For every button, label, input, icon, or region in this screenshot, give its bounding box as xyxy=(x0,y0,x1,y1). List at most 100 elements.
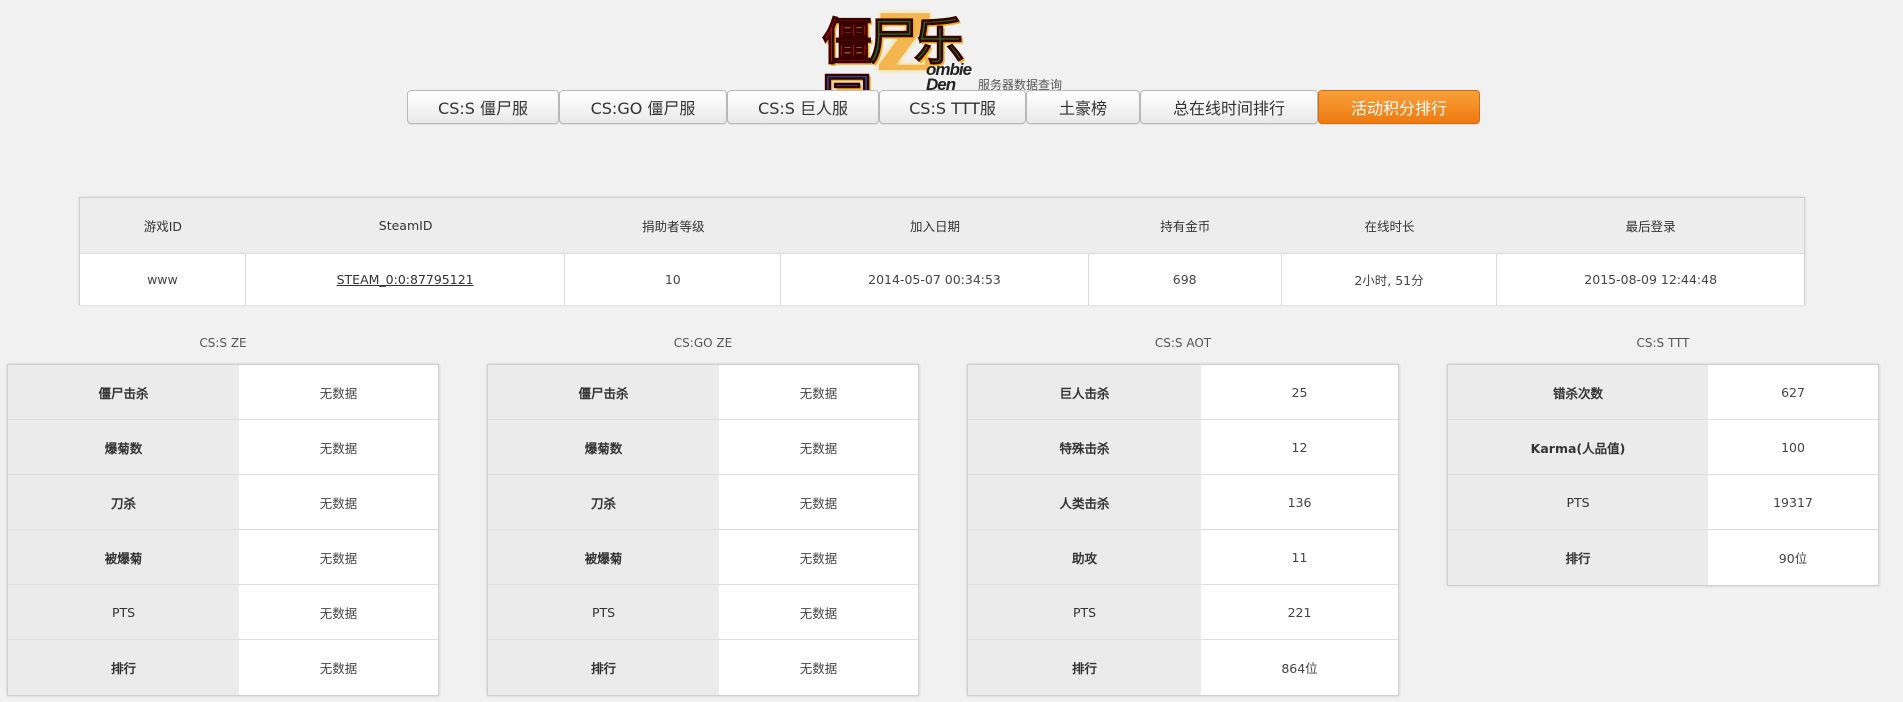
stat-key: 排行 xyxy=(488,640,719,695)
stat-key: PTS xyxy=(1448,475,1708,529)
panel-title-css-ttt: CS:S TTT xyxy=(1636,336,1690,350)
stat-row: 排行 无数据 xyxy=(488,640,918,695)
stat-value: 864位 xyxy=(1201,640,1398,695)
stat-value: 627 xyxy=(1708,365,1878,419)
stat-row: 排行 90位 xyxy=(1448,530,1878,585)
stat-row: 刀杀 无数据 xyxy=(488,475,918,530)
logo-english: ombie Den xyxy=(926,61,972,93)
stats-panel-css-aot: 巨人击杀 25 特殊击杀 12 人类击杀 136 助攻 11 PTS 221 排行 864位 xyxy=(967,364,1399,696)
nav-item-css-giant[interactable]: CS:S 巨人服 xyxy=(727,90,879,124)
stat-row: 僵尸击杀 无数据 xyxy=(488,365,918,420)
stat-row: 助攻 11 xyxy=(968,530,1398,585)
stat-value: 无数据 xyxy=(719,420,918,474)
stat-key: 巨人击杀 xyxy=(968,365,1201,419)
nav-item-csgo-zombie[interactable]: CS:GO 僵尸服 xyxy=(559,90,727,124)
stat-key: 排行 xyxy=(968,640,1201,695)
stat-key: 特殊击杀 xyxy=(968,420,1201,474)
header-game-id: 游戏ID xyxy=(143,219,183,234)
cell-donor-level: 10 xyxy=(565,254,782,305)
header-last-login: 最后登录 xyxy=(1625,219,1676,234)
stat-value: 无数据 xyxy=(719,365,918,419)
cell-game-id: www xyxy=(80,254,246,305)
stat-key: PTS xyxy=(8,585,239,639)
cell-coins: 698 xyxy=(1089,254,1282,305)
stat-row: PTS 221 xyxy=(968,585,1398,640)
stat-key: 排行 xyxy=(8,640,239,695)
stat-value: 19317 xyxy=(1708,475,1878,529)
stat-value: 无数据 xyxy=(239,530,438,584)
stat-value: 无数据 xyxy=(239,420,438,474)
stat-value: 25 xyxy=(1201,365,1398,419)
stat-key: 错杀次数 xyxy=(1448,365,1708,419)
cell-join-date: 2014-05-07 00:34:53 xyxy=(781,254,1089,305)
stat-value: 100 xyxy=(1708,420,1878,474)
stat-row: 被爆菊 无数据 xyxy=(488,530,918,585)
stat-value: 无数据 xyxy=(719,530,918,584)
nav-item-css-zombie[interactable]: CS:S 僵尸服 xyxy=(407,90,559,124)
stat-key: 被爆菊 xyxy=(488,530,719,584)
player-info-table: 游戏ID SteamID 捐助者等级 加入日期 持有金币 在线时长 最后登录 w… xyxy=(79,197,1805,305)
stat-key: 刀杀 xyxy=(8,475,239,529)
stat-key: 僵尸击杀 xyxy=(8,365,239,419)
stat-key: 爆菊数 xyxy=(488,420,719,474)
stat-row: 错杀次数 627 xyxy=(1448,365,1878,420)
stat-value: 无数据 xyxy=(239,365,438,419)
stat-key: 排行 xyxy=(1448,530,1708,585)
steam-id-link[interactable]: STEAM_0:0:87795121 xyxy=(337,272,474,287)
stat-key: PTS xyxy=(488,585,719,639)
stat-value: 12 xyxy=(1201,420,1398,474)
stats-panel-css-ttt: 错杀次数 627 Karma(人品值) 100 PTS 19317 排行 90位 xyxy=(1447,364,1879,586)
stat-row: PTS 19317 xyxy=(1448,475,1878,530)
stat-key: Karma(人品值) xyxy=(1448,420,1708,474)
cell-last-login: 2015-08-09 12:44:48 xyxy=(1584,272,1718,287)
stat-row: 爆菊数 无数据 xyxy=(8,420,438,475)
header-donor-level: 捐助者等级 xyxy=(642,219,705,234)
stat-row: PTS 无数据 xyxy=(488,585,918,640)
nav-item-event-points-ranking[interactable]: 活动积分排行 xyxy=(1318,90,1480,124)
stat-key: 人类击杀 xyxy=(968,475,1201,529)
stat-value: 无数据 xyxy=(239,640,438,695)
stat-value: 11 xyxy=(1201,530,1398,584)
header-join-date: 加入日期 xyxy=(910,219,961,234)
stat-row: 特殊击杀 12 xyxy=(968,420,1398,475)
cell-steam-id: STEAM_0:0:87795121 xyxy=(246,254,566,305)
panel-title-css-ze: CS:S ZE xyxy=(199,336,247,350)
stat-value: 221 xyxy=(1201,585,1398,639)
stat-key: 被爆菊 xyxy=(8,530,239,584)
stat-key: 助攻 xyxy=(968,530,1201,584)
stat-row: 刀杀 无数据 xyxy=(8,475,438,530)
header-steam-id: SteamID xyxy=(378,218,433,233)
panel-title-csgo-ze: CS:GO ZE xyxy=(673,336,733,350)
table-header-row: 游戏ID SteamID 捐助者等级 加入日期 持有金币 在线时长 最后登录 xyxy=(80,198,1804,254)
logo-char-2: 尸 xyxy=(868,12,919,71)
stat-value: 无数据 xyxy=(719,585,918,639)
stat-row: 排行 864位 xyxy=(968,640,1398,695)
stat-row: 爆菊数 无数据 xyxy=(488,420,918,475)
stat-value: 无数据 xyxy=(719,475,918,529)
header-coins: 持有金币 xyxy=(1160,219,1211,234)
stat-row: 巨人击杀 25 xyxy=(968,365,1398,420)
stat-key: PTS xyxy=(968,585,1201,639)
stat-value: 136 xyxy=(1201,475,1398,529)
stat-row: 排行 无数据 xyxy=(8,640,438,695)
logo-char-1: 僵 xyxy=(822,12,873,71)
stat-row: PTS 无数据 xyxy=(8,585,438,640)
cell-online-time: 2小时, 51分 xyxy=(1282,254,1498,305)
nav-item-online-time-ranking[interactable]: 总在线时间排行 xyxy=(1140,90,1318,124)
stat-value: 90位 xyxy=(1708,530,1878,585)
site-logo[interactable]: Z 僵尸乐园 ombie Den xyxy=(818,4,978,127)
table-row: www STEAM_0:0:87795121 10 2014-05-07 00:… xyxy=(80,254,1804,305)
stat-row: 僵尸击杀 无数据 xyxy=(8,365,438,420)
stats-panel-csgo-ze: 僵尸击杀 无数据 爆菊数 无数据 刀杀 无数据 被爆菊 无数据 PTS 无数据 排行 无数据 xyxy=(487,364,919,696)
stat-key: 刀杀 xyxy=(488,475,719,529)
stat-row: 人类击杀 136 xyxy=(968,475,1398,530)
stat-key: 爆菊数 xyxy=(8,420,239,474)
stat-value: 无数据 xyxy=(239,585,438,639)
nav-item-rich-list[interactable]: 土豪榜 xyxy=(1026,90,1140,124)
header-online-time: 在线时长 xyxy=(1364,219,1415,234)
stat-value: 无数据 xyxy=(719,640,918,695)
stat-row: 被爆菊 无数据 xyxy=(8,530,438,585)
nav-item-css-ttt[interactable]: CS:S TTT服 xyxy=(879,90,1026,124)
stat-row: Karma(人品值) 100 xyxy=(1448,420,1878,475)
stat-key: 僵尸击杀 xyxy=(488,365,719,419)
